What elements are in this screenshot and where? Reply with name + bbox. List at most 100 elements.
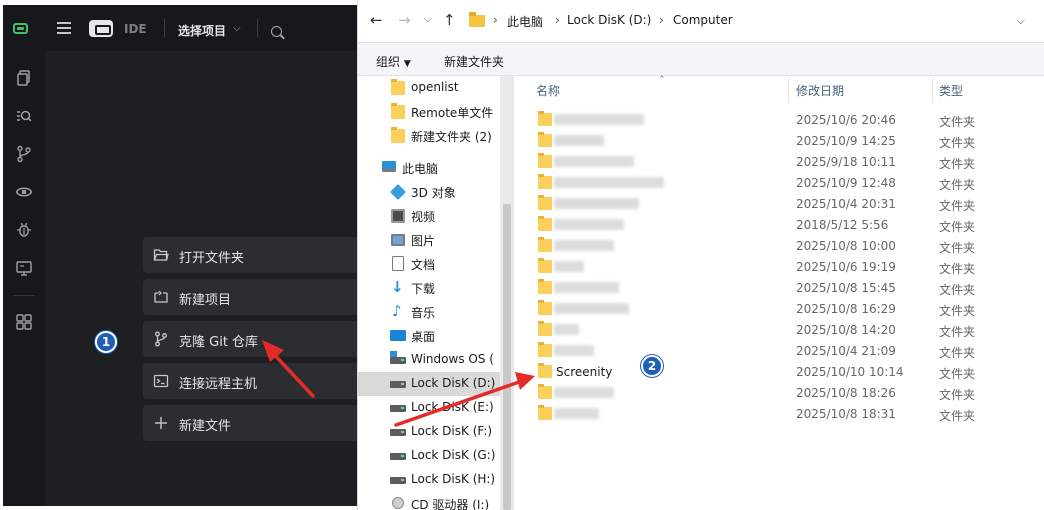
folder-icon bbox=[469, 12, 485, 27]
open-folder-button[interactable]: 打开文件夹 bbox=[143, 237, 359, 273]
nav-item-videos[interactable]: 视频 bbox=[358, 204, 500, 228]
open-folder-icon bbox=[153, 247, 169, 263]
file-type: 文件夹 bbox=[939, 157, 976, 171]
nav-item-drive-g[interactable]: Lock DisK (G:) bbox=[358, 444, 500, 468]
desktop-icon bbox=[390, 330, 406, 341]
organize-button[interactable]: 组织 ▼ bbox=[376, 53, 411, 70]
search-icon[interactable] bbox=[15, 107, 33, 125]
plus-icon bbox=[153, 415, 169, 431]
breadcrumb-separator-icon[interactable]: › bbox=[493, 13, 498, 27]
nav-item-cd-drive[interactable]: CD 驱动器 (I:) bbox=[358, 492, 500, 510]
column-header-modified[interactable]: 修改日期 bbox=[796, 82, 844, 99]
breadcrumb-drive[interactable]: Lock DisK (D:) bbox=[567, 13, 651, 27]
file-row[interactable]: 2025/10/8 16:29 文件夹 bbox=[514, 298, 1044, 319]
file-row[interactable]: 2025/10/4 20:31 文件夹 bbox=[514, 193, 1044, 214]
new-file-button[interactable]: 新建文件 bbox=[143, 405, 359, 441]
nav-item-label: Lock DisK (H:) bbox=[411, 472, 496, 486]
back-arrow-icon[interactable]: ← bbox=[370, 12, 383, 28]
redacted-name bbox=[554, 282, 619, 293]
file-row[interactable]: 2025/10/9 14:25 文件夹 bbox=[514, 130, 1044, 151]
file-row[interactable]: 2025/10/8 10:00 文件夹 bbox=[514, 235, 1044, 256]
chevron-down-icon[interactable]: ⌵ bbox=[233, 23, 241, 34]
divider bbox=[13, 295, 35, 296]
file-row[interactable]: 2025/10/8 18:26 文件夹 bbox=[514, 382, 1044, 403]
file-type: 文件夹 bbox=[939, 262, 976, 276]
ide-mode-icon[interactable] bbox=[89, 20, 113, 37]
breadcrumb-separator-icon[interactable]: › bbox=[659, 13, 664, 27]
nav-item-desktop[interactable]: 桌面 bbox=[358, 324, 500, 348]
nav-item-music[interactable]: ♪ 音乐 bbox=[358, 300, 500, 324]
file-type: 文件夹 bbox=[939, 220, 976, 234]
column-header-name[interactable]: 名称 bbox=[536, 82, 560, 99]
recent-locations-chevron-icon[interactable]: ⌵ bbox=[424, 12, 432, 28]
project-selector[interactable]: 选择项目 bbox=[178, 22, 226, 39]
nav-item-pictures[interactable]: 图片 bbox=[358, 228, 500, 252]
welcome-panel: 打开文件夹 新建项目 克隆 Git 仓库 连接远程主机 新建文件 bbox=[45, 51, 359, 506]
activity-bar bbox=[3, 51, 45, 506]
navigation-scrollbar[interactable] bbox=[500, 76, 514, 510]
drive-icon bbox=[390, 429, 406, 436]
address-row: ← → ⌵ ↑ › 此电脑 › Lock DisK (D:) › Compute… bbox=[358, 0, 1044, 42]
file-row[interactable]: 2025/10/8 15:45 文件夹 bbox=[514, 277, 1044, 298]
file-row[interactable]: 2025/10/8 18:31 文件夹 bbox=[514, 403, 1044, 424]
nav-item-new-folder-2[interactable]: 新建文件夹 (2) bbox=[358, 124, 500, 148]
file-row[interactable]: 2025/9/18 10:11 文件夹 bbox=[514, 151, 1044, 172]
extensions-icon[interactable] bbox=[15, 313, 33, 331]
nav-item-openlist[interactable]: openlist bbox=[358, 76, 500, 100]
breadcrumb-this-pc[interactable]: 此电脑 bbox=[507, 13, 543, 30]
up-arrow-icon[interactable]: ↑ bbox=[443, 12, 456, 28]
explorer-icon[interactable] bbox=[15, 69, 33, 87]
hamburger-menu-icon[interactable] bbox=[57, 22, 71, 34]
nav-item-drive-e[interactable]: Lock DisK (E:) bbox=[358, 396, 500, 420]
explorer-toolbar: 组织 ▼ 新建文件夹 bbox=[358, 42, 1044, 76]
remote-icon[interactable] bbox=[15, 259, 33, 277]
file-row[interactable]: 2025/10/6 19:19 文件夹 bbox=[514, 256, 1044, 277]
search-icon[interactable] bbox=[271, 26, 282, 37]
folder-icon bbox=[538, 237, 552, 252]
column-divider[interactable] bbox=[788, 78, 789, 102]
address-dropdown-icon[interactable]: ⌵ bbox=[1017, 14, 1025, 28]
new-folder-button[interactable]: 新建文件夹 bbox=[444, 53, 504, 70]
scrollbar-thumb[interactable] bbox=[503, 204, 511, 510]
file-row[interactable]: 2018/5/12 5:56 文件夹 bbox=[514, 214, 1044, 235]
breadcrumb-separator-icon[interactable]: › bbox=[555, 13, 560, 27]
redacted-name bbox=[554, 303, 629, 314]
nav-item-drive-f[interactable]: Lock DisK (F:) bbox=[358, 420, 500, 444]
clone-git-repo-button[interactable]: 克隆 Git 仓库 bbox=[143, 321, 359, 357]
nav-item-documents[interactable]: 文档 bbox=[358, 252, 500, 276]
nav-item-label: 新建文件夹 (2) bbox=[411, 130, 492, 144]
new-project-label: 新建项目 bbox=[179, 293, 232, 308]
redacted-name bbox=[554, 387, 614, 398]
sort-ascending-icon: ⌃ bbox=[658, 75, 666, 85]
file-type: 文件夹 bbox=[939, 325, 976, 339]
column-header-type[interactable]: 类型 bbox=[939, 82, 963, 99]
nav-item-3d-objects[interactable]: 3D 对象 bbox=[358, 180, 500, 204]
preview-icon[interactable] bbox=[15, 183, 33, 201]
source-control-icon[interactable] bbox=[15, 145, 33, 163]
file-type: 文件夹 bbox=[939, 367, 976, 381]
pictures-icon bbox=[391, 234, 405, 246]
nav-item-this-pc[interactable]: 此电脑 bbox=[358, 156, 500, 180]
divider bbox=[257, 19, 258, 37]
forward-arrow-icon[interactable]: → bbox=[398, 12, 411, 28]
redacted-name bbox=[554, 156, 634, 167]
debug-icon[interactable] bbox=[15, 221, 33, 239]
file-date: 2025/10/6 20:46 bbox=[796, 113, 896, 127]
ide-mode-label[interactable]: IDE bbox=[124, 22, 147, 36]
breadcrumb-folder[interactable]: Computer bbox=[673, 13, 733, 27]
nav-item-drive-d[interactable]: Lock DisK (D:) bbox=[358, 372, 500, 396]
file-row[interactable]: 2025/10/9 12:48 文件夹 bbox=[514, 172, 1044, 193]
file-row[interactable]: 2025/10/4 21:09 文件夹 bbox=[514, 340, 1044, 361]
connect-remote-host-button[interactable]: 连接远程主机 bbox=[143, 363, 359, 399]
address-bar[interactable]: › 此电脑 › Lock DisK (D:) › Computer ⌵ bbox=[463, 8, 1033, 34]
file-row-screenity[interactable]: Screenity 2025/10/10 10:14 文件夹 bbox=[514, 361, 1044, 382]
new-project-button[interactable]: 新建项目 bbox=[143, 279, 359, 315]
nav-item-windows-os[interactable]: Windows OS ( bbox=[358, 348, 500, 372]
file-row[interactable]: 2025/10/8 14:20 文件夹 bbox=[514, 319, 1044, 340]
nav-item-drive-h[interactable]: Lock DisK (H:) bbox=[358, 468, 500, 492]
nav-item-downloads[interactable]: ↓ 下载 bbox=[358, 276, 500, 300]
column-divider[interactable] bbox=[932, 78, 933, 102]
nav-item-label: Lock DisK (D:) bbox=[411, 376, 496, 390]
file-row[interactable]: 2025/10/6 20:46 文件夹 bbox=[514, 109, 1044, 130]
nav-item-remote[interactable]: Remote单文件 bbox=[358, 100, 500, 124]
